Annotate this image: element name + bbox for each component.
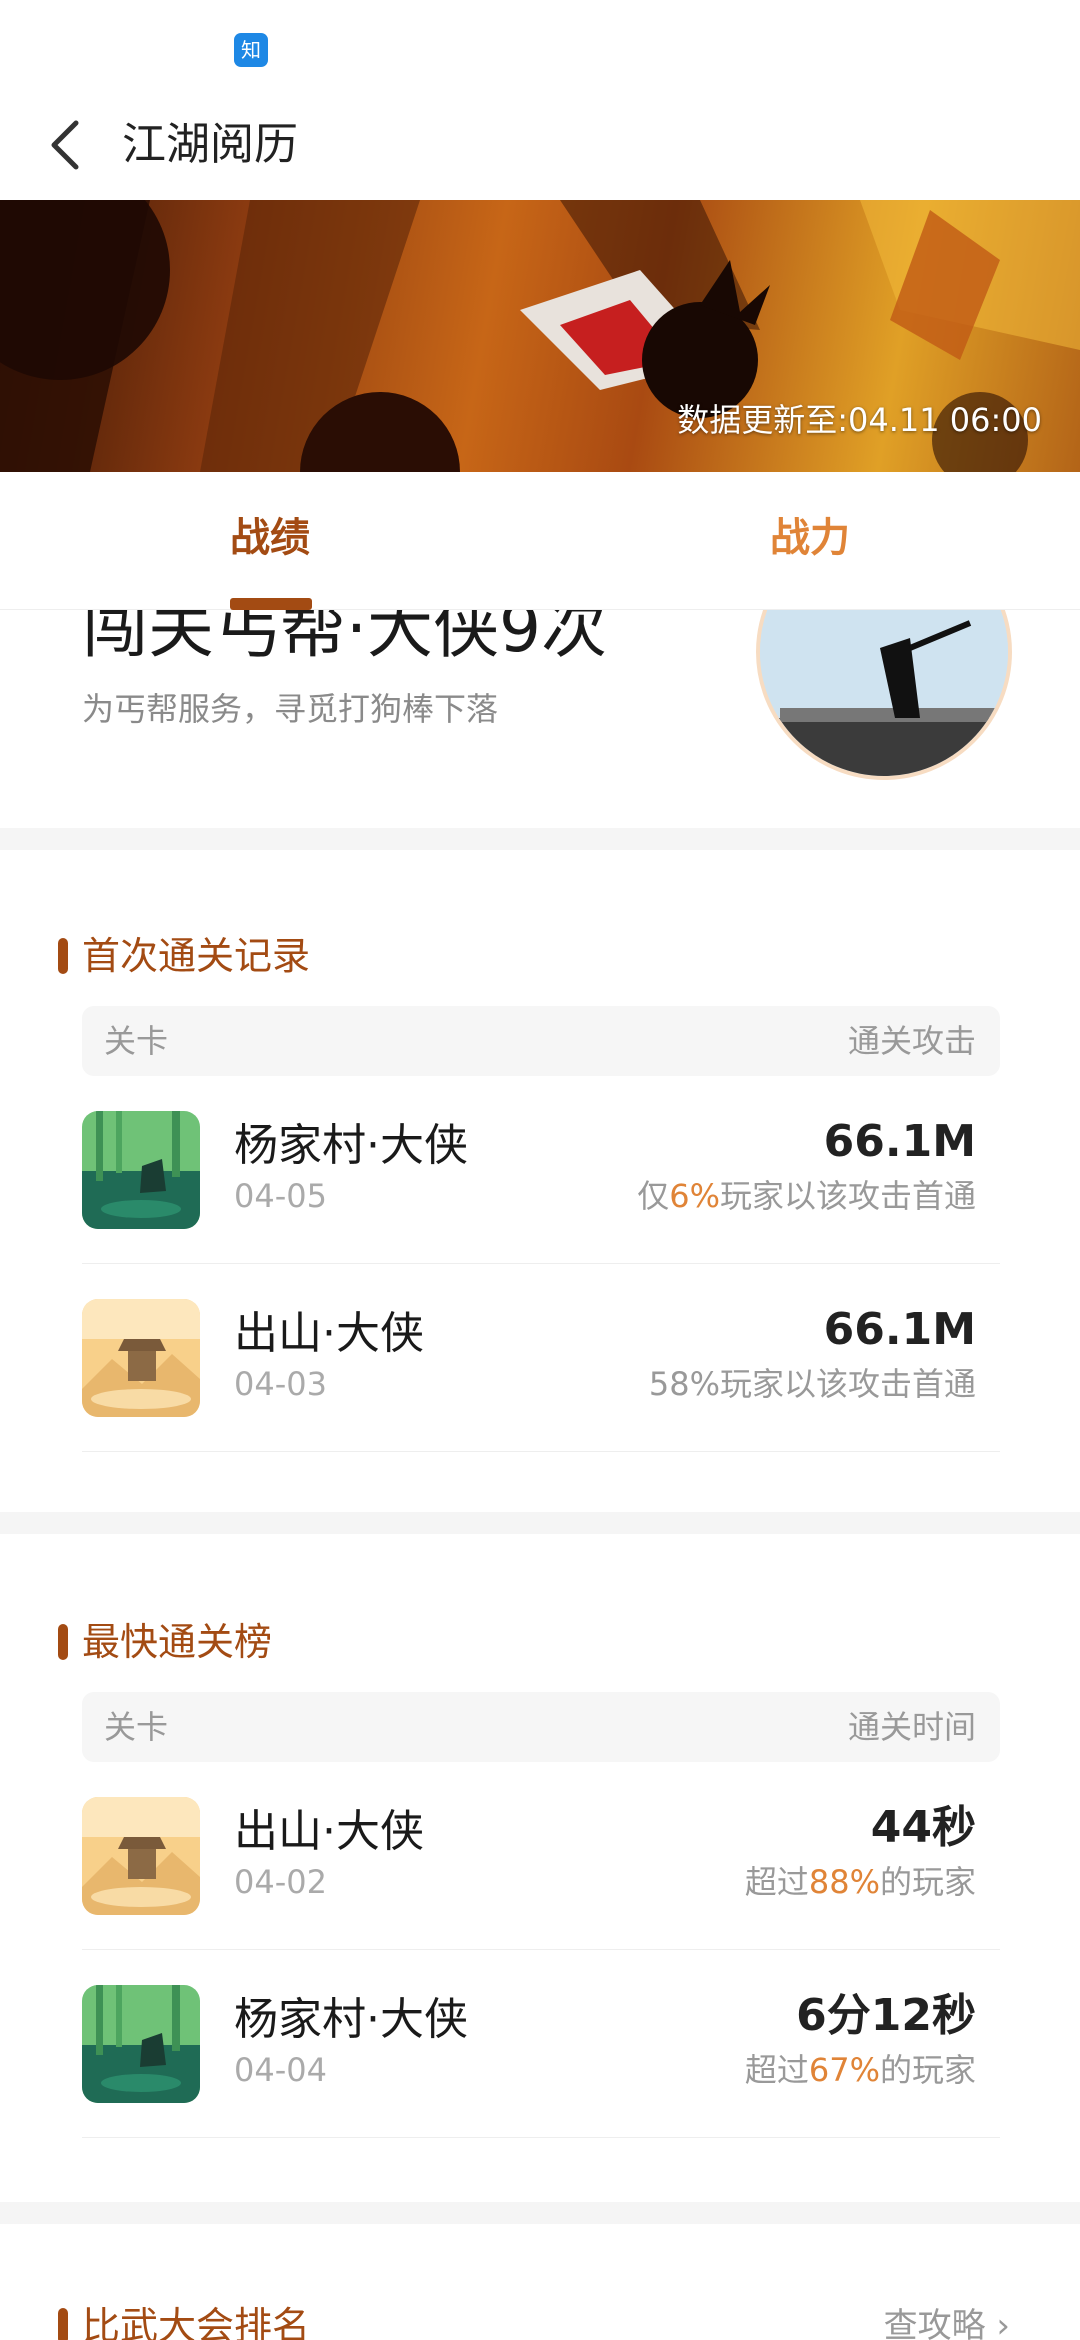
column-header: 关卡 通关攻击 <box>82 1006 1000 1076</box>
note-highlight: 6% <box>669 1177 720 1215</box>
mountain-temple-icon <box>82 1797 200 1915</box>
note-prefix: 仅 <box>637 1177 670 1215</box>
clear-date: 04-04 <box>234 2051 327 2089</box>
note-suffix: 的玩家 <box>879 1863 976 1901</box>
zhihu-notification-icon: 知 <box>234 33 268 67</box>
note-suffix: 的玩家 <box>879 2051 976 2089</box>
tab-record[interactable]: 战绩 <box>0 472 540 610</box>
clear-date: 04-05 <box>234 1177 327 1215</box>
view-guide-link[interactable]: 查攻略 › <box>884 2298 1010 2340</box>
fastest-section: 最快通关榜 关卡 通关时间 出山·大侠 04-02 44秒 超过88%的玩家 杨… <box>0 1534 1080 2202</box>
note-prefix: 58%玩家以该攻击首通 <box>648 1365 976 1403</box>
bamboo-village-icon <box>82 1985 200 2103</box>
column-label-stage: 关卡 <box>104 1022 169 1060</box>
avatar-image <box>760 610 1008 776</box>
stage-name: 杨家村·大侠 <box>234 1120 468 1171</box>
banner-image: 数据更新至:04.11 06:00 <box>0 200 1080 472</box>
clear-time: 6分12秒 <box>796 1990 976 2041</box>
rank-note: 超过88%的玩家 <box>745 1860 976 1904</box>
section-marker <box>58 1624 68 1660</box>
active-tab-indicator <box>230 598 312 610</box>
section-divider <box>0 828 1080 850</box>
mountain-temple-icon <box>82 1299 200 1417</box>
note-suffix: 玩家以该攻击首通 <box>719 1177 976 1215</box>
bamboo-village-icon <box>82 1111 200 1229</box>
note-highlight: 88% <box>808 1863 880 1901</box>
section-title: 最快通关榜 <box>82 1620 273 1664</box>
tab-power[interactable]: 战力 <box>540 472 1080 610</box>
avatar <box>756 610 1012 780</box>
tab-bar: 战绩 战力 <box>0 472 1080 610</box>
column-label-stage: 关卡 <box>104 1708 169 1746</box>
clear-date: 04-02 <box>234 1863 327 1901</box>
section-marker <box>58 2308 68 2340</box>
note-highlight: 67% <box>808 2051 880 2089</box>
clear-time: 44秒 <box>870 1802 976 1853</box>
table-row[interactable]: 杨家村·大侠 04-05 66.1M 仅6%玩家以该攻击首通 <box>82 1076 1000 1264</box>
status-bar: 知 <box>0 0 1080 95</box>
first-clear-section: 首次通关记录 关卡 通关攻击 杨家村·大侠 04-05 66.1M 仅6%玩家以… <box>0 850 1080 1512</box>
back-arrow-icon[interactable] <box>42 113 92 177</box>
clear-date: 04-03 <box>234 1365 327 1403</box>
clear-note: 仅6%玩家以该攻击首通 <box>637 1174 976 1218</box>
attack-value: 66.1M <box>823 1116 976 1167</box>
section-title: 首次通关记录 <box>82 934 311 978</box>
attack-value: 66.1M <box>823 1304 976 1355</box>
rank-note: 超过67%的玩家 <box>745 2048 976 2092</box>
section-marker <box>58 938 68 974</box>
intro-subtitle: 为丐帮服务，寻觅打狗棒下落 <box>82 690 499 728</box>
column-label-time: 通关时间 <box>847 1708 976 1746</box>
stage-name: 出山·大侠 <box>234 1806 424 1857</box>
table-row[interactable]: 杨家村·大侠 04-04 6分12秒 超过67%的玩家 <box>82 1950 1000 2138</box>
header: 江湖阅历 <box>0 95 1080 200</box>
section-divider <box>0 2202 1080 2224</box>
section-title: 比武大会排名 <box>82 2304 311 2340</box>
note-prefix: 超过 <box>744 2051 809 2089</box>
stage-name: 出山·大侠 <box>234 1308 424 1359</box>
column-header: 关卡 通关时间 <box>82 1692 1000 1762</box>
intro-card: 闯关丐帮·大侠9次 为丐帮服务，寻觅打狗棒下落 <box>0 610 1080 828</box>
intro-title: 闯关丐帮·大侠9次 <box>82 610 607 667</box>
table-row[interactable]: 出山·大侠 04-02 44秒 超过88%的玩家 <box>82 1762 1000 1950</box>
ranking-section: 比武大会排名 查攻略 › <box>0 2224 1080 2340</box>
stage-name: 杨家村·大侠 <box>234 1994 468 2045</box>
clear-note: 58%玩家以该攻击首通 <box>649 1362 976 1406</box>
section-divider <box>0 1512 1080 1534</box>
note-prefix: 超过 <box>744 1863 809 1901</box>
data-update-time: 数据更新至:04.11 06:00 <box>677 401 1042 439</box>
table-row[interactable]: 出山·大侠 04-03 66.1M 58%玩家以该攻击首通 <box>82 1264 1000 1452</box>
page-title: 江湖阅历 <box>122 119 298 170</box>
column-label-attack: 通关攻击 <box>847 1022 976 1060</box>
